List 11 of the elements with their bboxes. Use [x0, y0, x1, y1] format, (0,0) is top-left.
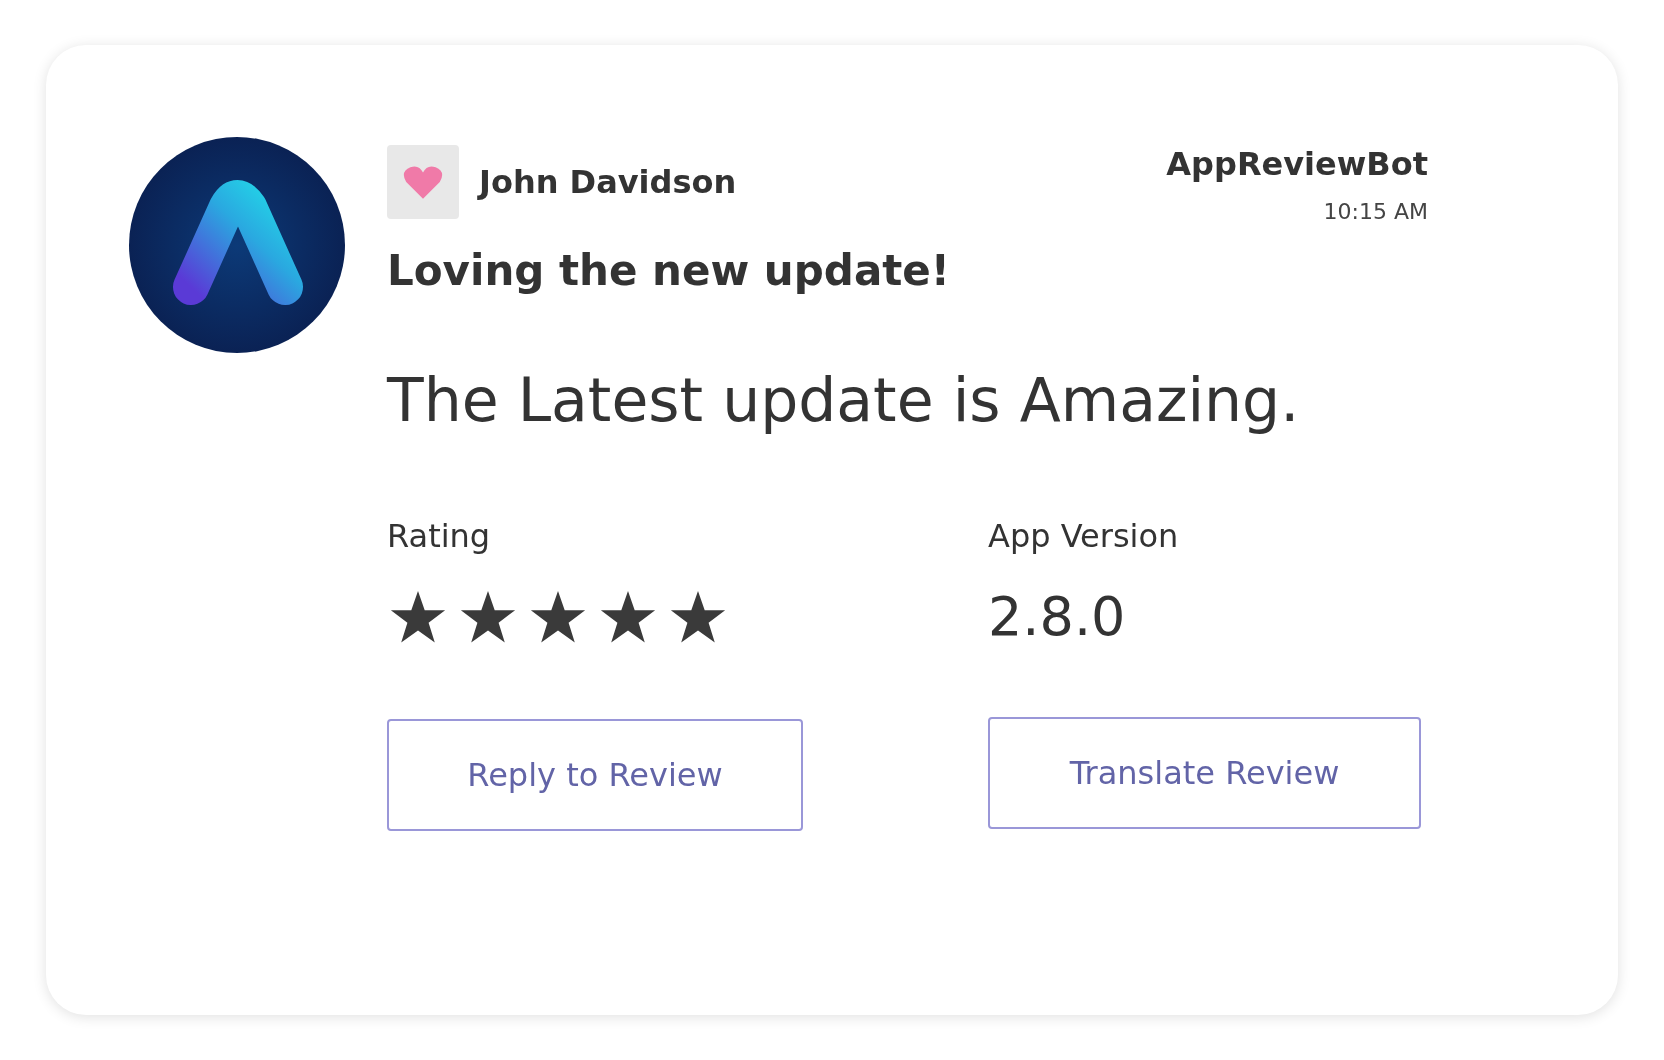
app-logo-icon	[129, 137, 345, 353]
author-name: John Davidson	[479, 163, 737, 201]
reply-button[interactable]: Reply to Review	[387, 719, 803, 831]
version-label: App Version	[988, 517, 1179, 555]
rating-label: Rating	[387, 517, 491, 555]
version-value: 2.8.0	[988, 585, 1126, 650]
review-text: The Latest update is Amazing.	[387, 365, 1300, 435]
bot-name: AppReviewBot	[1166, 145, 1428, 183]
translate-button[interactable]: Translate Review	[988, 717, 1421, 829]
review-title: Loving the new update!	[387, 246, 950, 295]
timestamp: 10:15 AM	[1323, 199, 1428, 224]
